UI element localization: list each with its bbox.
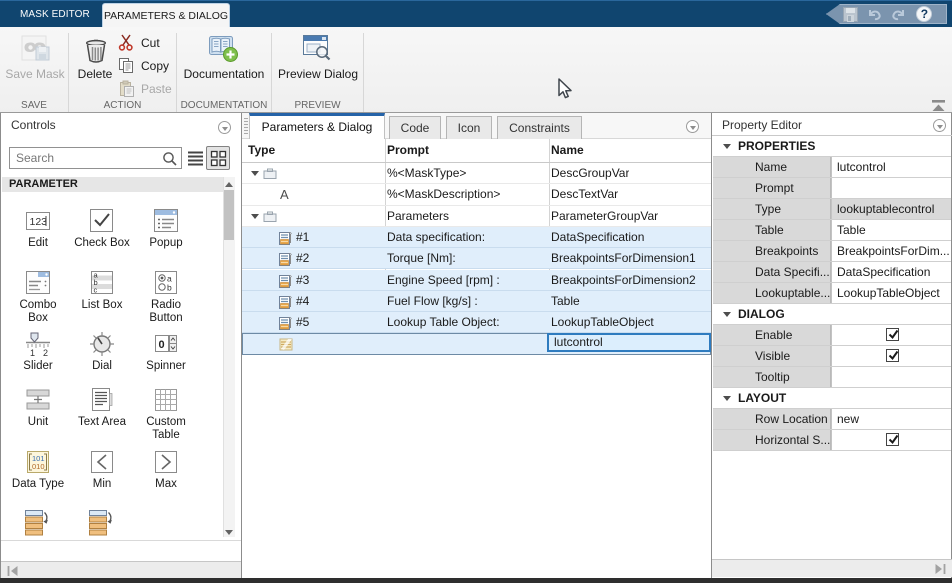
svg-text:c: c [94, 286, 98, 295]
svg-text:010: 010 [32, 462, 45, 471]
svg-text:123: 123 [30, 216, 48, 228]
svg-text:2: 2 [43, 348, 48, 357]
svg-text:?: ? [921, 7, 928, 21]
svg-text:b: b [167, 283, 172, 293]
svg-text:0: 0 [159, 339, 165, 351]
svg-text:1: 1 [30, 348, 35, 357]
